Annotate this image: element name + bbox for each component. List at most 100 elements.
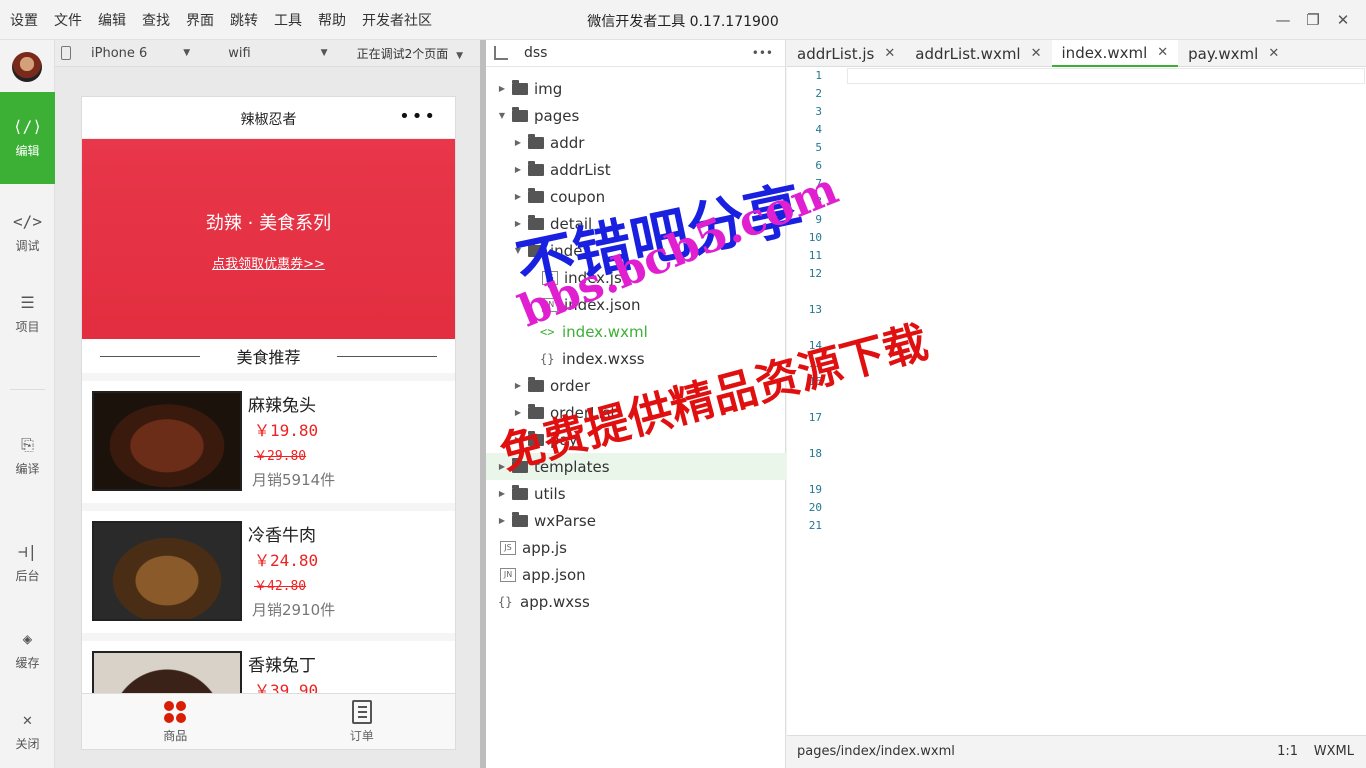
tree-folder-orderlist[interactable]: ▶ orderList <box>512 399 812 426</box>
menu-community[interactable]: 开发者社区 <box>362 10 432 30</box>
wxml-file-icon: <> <box>540 324 555 339</box>
tree-item-label: index.json <box>564 295 641 314</box>
maximize-icon[interactable]: ❐ <box>1298 8 1328 32</box>
tree-folder-pages[interactable]: ▼ pages <box>496 102 796 129</box>
tab-order[interactable]: 订单 <box>269 694 456 749</box>
banner-slogan: 劲辣 · 美食系列 <box>205 213 332 234</box>
folder-icon <box>512 457 528 473</box>
menu-view[interactable]: 界面 <box>186 10 214 30</box>
tree-folder-addr[interactable]: ▶ addr <box>512 129 812 156</box>
folder-icon <box>528 430 544 446</box>
network-select[interactable]: wifi ▼ <box>228 46 327 61</box>
activity-cache-label: 缓存 <box>15 655 40 670</box>
tab-addrlist-js[interactable]: addrList.js ✕ <box>787 40 905 67</box>
language-mode[interactable]: WXML <box>1314 744 1354 759</box>
tree-folder-addrlist[interactable]: ▶ addrList <box>512 156 812 183</box>
tree-folder-img[interactable]: ▶ img <box>496 75 796 102</box>
goods-sales: 月销5914件 <box>252 471 336 489</box>
line-number: 4 <box>815 123 822 136</box>
tree-folder-order[interactable]: ▶ order <box>512 372 812 399</box>
activity-cache[interactable]: ◈ 缓存 <box>0 619 55 681</box>
tree-folder-utils[interactable]: ▶ utils <box>496 480 796 507</box>
debug-pages-label: 正在调试2个页面 <box>356 46 449 61</box>
activity-edit[interactable]: ⟨/⟩ 编辑 <box>0 92 55 184</box>
device-select-value: iPhone 6 <box>91 45 148 61</box>
minimize-icon[interactable]: — <box>1268 8 1298 32</box>
folder-icon <box>512 484 528 500</box>
window-controls: — ❐ ✕ <box>1268 8 1358 32</box>
activity-backend[interactable]: ⊣| 后台 <box>0 532 55 594</box>
line-number: 19 <box>808 483 822 496</box>
menu-goto[interactable]: 跳转 <box>230 10 258 30</box>
tree-item-label: templates <box>534 457 610 476</box>
goods-item[interactable]: 冷香牛肉 ￥24.80 ￥42.80 月销2910件 <box>82 511 455 633</box>
device-select[interactable]: iPhone 6 ▼ <box>91 46 190 61</box>
menu-tools[interactable]: 工具 <box>274 10 302 30</box>
more-icon[interactable]: ••• <box>752 46 773 60</box>
chevron-right-icon: ▶ <box>514 219 522 228</box>
cursor-position[interactable]: 1:1 <box>1277 744 1298 759</box>
tree-folder-coupon[interactable]: ▶ coupon <box>512 183 812 210</box>
tree-file-app-wxss[interactable]: {} app.wxss <box>498 588 798 615</box>
tree-item-label: coupon <box>550 187 606 206</box>
tab-pay-wxml[interactable]: pay.wxml ✕ <box>1178 40 1289 67</box>
activity-project[interactable]: ☰ 项目 <box>0 283 55 345</box>
tree-item-label: addr <box>550 133 585 152</box>
close-tab-icon[interactable]: ✕ <box>1268 46 1279 61</box>
tab-addrlist-wxml[interactable]: addrList.wxml ✕ <box>905 40 1051 67</box>
tree-item-label: img <box>534 79 563 98</box>
js-file-icon: JS <box>500 540 516 555</box>
debug-pages-select[interactable]: 正在调试2个页面 ▼ <box>357 45 463 62</box>
chevron-right-icon: ▶ <box>498 462 506 471</box>
chevron-down-icon: ▼ <box>183 48 191 58</box>
phone-icon[interactable] <box>61 46 71 60</box>
activity-close[interactable]: ✕ 关闭 <box>0 700 55 762</box>
close-window-icon[interactable]: ✕ <box>1328 8 1358 32</box>
tree-item-label: index.wxss <box>562 349 645 368</box>
file-tree-icon[interactable] <box>494 46 508 60</box>
goods-item[interactable]: 麻辣兔头 ￥19.80 ￥29.80 月销5914件 <box>82 381 455 503</box>
code-editor[interactable]: 1 2 3 4 5 6 7 8 9 10 11 12 13 14 15 16 1… <box>787 67 1366 735</box>
tree-item-label: index.wxml <box>562 322 648 341</box>
tab-goods-label: 商品 <box>163 728 188 743</box>
close-tab-icon[interactable]: ✕ <box>1157 45 1168 60</box>
tree-folder-index[interactable]: ▼ index <box>512 237 812 264</box>
chevron-down-icon: ▼ <box>456 50 463 61</box>
line-number: 20 <box>808 501 822 514</box>
close-tab-icon[interactable]: ✕ <box>884 46 895 61</box>
debug-icon: </> <box>13 211 42 231</box>
header-banner: 劲辣 · 美食系列 点我领取优惠券>> <box>82 139 455 339</box>
tree-folder-detail[interactable]: ▶ detail <box>512 210 812 237</box>
coupon-link[interactable]: 点我领取优惠券>> <box>212 253 325 272</box>
tree-folder-pay[interactable]: ▶ pay <box>512 426 812 453</box>
menu-settings[interactable]: 设置 <box>10 10 38 30</box>
code-icon: ⟨/⟩ <box>13 116 42 136</box>
menu-edit[interactable]: 编辑 <box>98 10 126 30</box>
line-number: 10 <box>808 231 822 244</box>
more-icon[interactable]: ••• <box>399 106 437 127</box>
activity-divider <box>10 389 45 390</box>
menu-help[interactable]: 帮助 <box>318 10 346 30</box>
chevron-right-icon: ▶ <box>514 192 522 201</box>
folder-icon <box>528 214 544 230</box>
avatar[interactable] <box>12 52 42 82</box>
tree-item-label: addrList <box>550 160 611 179</box>
tree-folder-wxparse[interactable]: ▶ wxParse <box>496 507 796 534</box>
menu-find[interactable]: 查找 <box>142 10 170 30</box>
line-number: 7 <box>815 177 822 190</box>
menu-file[interactable]: 文件 <box>54 10 82 30</box>
tab-index-wxml[interactable]: index.wxml ✕ <box>1051 40 1179 67</box>
line-number: 8 <box>815 195 822 208</box>
section-divider: 美食推荐 <box>82 339 455 373</box>
tree-file-app-json[interactable]: JN app.json <box>500 561 800 588</box>
tree-item-label: pay <box>550 430 578 449</box>
tree-file-app-js[interactable]: JS app.js <box>500 534 800 561</box>
tree-item-label: index.js <box>564 268 622 287</box>
tab-goods[interactable]: 商品 <box>82 694 269 749</box>
activity-debug[interactable]: </> 调试 <box>0 202 55 264</box>
tree-folder-templates[interactable]: ▶ templates <box>486 453 786 480</box>
title-bar: 设置 文件 编辑 查找 界面 跳转 工具 帮助 开发者社区 微信开发者工具 0.… <box>0 0 1366 40</box>
status-bar: pages/index/index.wxml 1:1 WXML <box>787 735 1366 768</box>
close-tab-icon[interactable]: ✕ <box>1031 46 1042 61</box>
activity-compile[interactable]: ⎘ 编译 <box>0 416 55 496</box>
